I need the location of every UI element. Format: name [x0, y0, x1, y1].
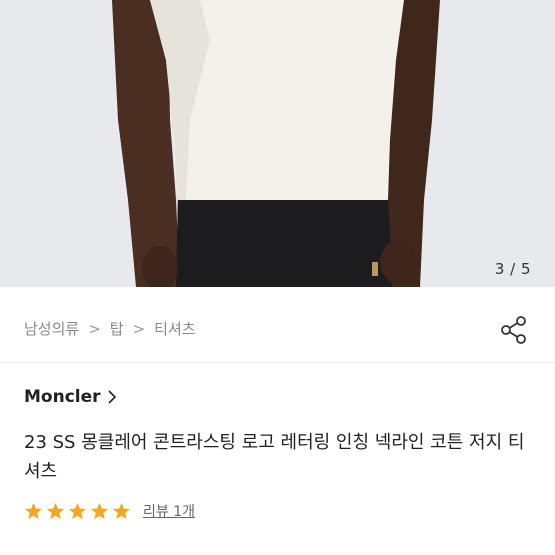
star-icon	[68, 502, 87, 519]
image-counter: 3 / 5	[494, 260, 531, 278]
share-icon[interactable]	[499, 315, 529, 345]
breadcrumb-item-category[interactable]: 남성의류	[24, 318, 79, 339]
star-icon	[90, 502, 109, 519]
product-image[interactable]: 3 / 5	[0, 0, 555, 287]
product-rating: 리뷰 1개	[24, 501, 195, 521]
breadcrumb-separator: >	[88, 319, 101, 338]
product-photo-illustration	[0, 0, 555, 287]
breadcrumb: 남성의류 > 탑 > 티셔츠	[24, 318, 196, 339]
chevron-right-icon	[107, 390, 116, 404]
reviews-link[interactable]: 리뷰 1개	[143, 501, 195, 521]
brand-link[interactable]: Moncler	[24, 387, 117, 407]
breadcrumb-item-subcategory[interactable]: 탑	[110, 318, 124, 339]
brand-name: Moncler	[24, 387, 101, 407]
product-title: 23 SS 몽클레어 콘트라스팅 로고 레터링 인칭 넥라인 코튼 저지 티셔츠	[24, 432, 525, 482]
divider	[0, 362, 555, 363]
breadcrumb-item-type[interactable]: 티셔츠	[154, 318, 195, 339]
star-icon	[112, 502, 131, 519]
breadcrumb-separator: >	[132, 319, 146, 338]
star-icon	[46, 502, 65, 519]
star-icon	[24, 502, 43, 519]
